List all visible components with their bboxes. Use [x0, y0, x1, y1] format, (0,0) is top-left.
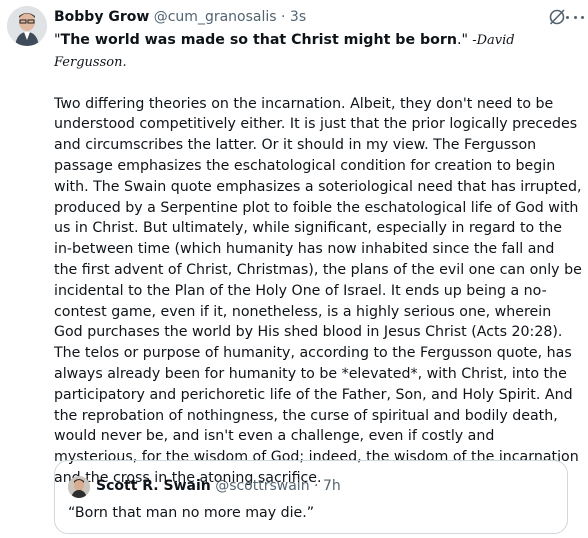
tweet-paragraph: Two differing theories on the incarnatio… — [54, 95, 582, 486]
quote-close: ." — [457, 32, 469, 48]
quoted-header: Scott R. Swain @scottrswain · 7h — [96, 476, 341, 496]
quote-line: "The world was made so that Christ might… — [54, 30, 582, 74]
timestamp[interactable]: 3s — [290, 9, 306, 25]
quoted-author-handle[interactable]: @scottrswain — [215, 478, 309, 494]
quote-text: The world was made so that Christ might … — [60, 32, 458, 48]
edit-slash-icon[interactable] — [548, 8, 566, 26]
author-name[interactable]: Bobby Grow — [54, 9, 149, 25]
avatar[interactable] — [7, 6, 47, 46]
tweet-header: Bobby Grow @cum_granosalis · 3s — [54, 7, 568, 27]
quoted-separator-dot: · — [314, 478, 319, 494]
quoted-timestamp[interactable]: 7h — [323, 478, 341, 494]
quoted-tweet-card[interactable]: Scott R. Swain @scottrswain · 7h “Born t… — [54, 460, 568, 534]
quoted-text: “Born that man no more may die.” — [68, 505, 315, 521]
separator-dot: · — [281, 9, 286, 25]
quoted-author-name[interactable]: Scott R. Swain — [96, 478, 211, 494]
tweet-body: "The world was made so that Christ might… — [54, 30, 582, 489]
quoted-avatar[interactable] — [68, 476, 90, 498]
author-handle[interactable]: @cum_granosalis — [154, 9, 277, 25]
more-dots-icon[interactable] — [566, 7, 584, 27]
